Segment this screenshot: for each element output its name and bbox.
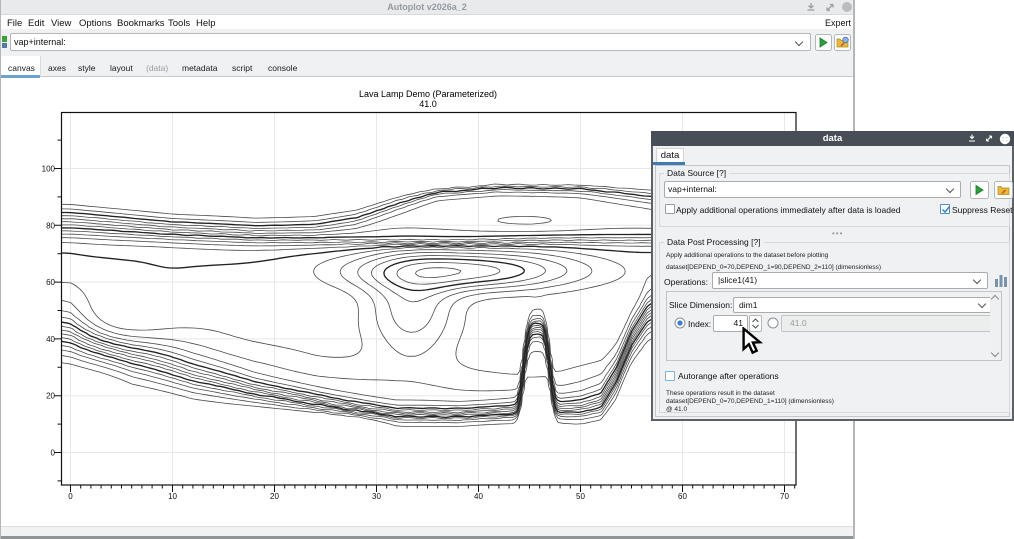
svg-text:30: 30 bbox=[372, 492, 381, 501]
svg-text:Lava Lamp Demo (Parameterized): Lava Lamp Demo (Parameterized) bbox=[359, 89, 497, 99]
svg-text:20: 20 bbox=[270, 492, 279, 501]
svg-text:100: 100 bbox=[42, 165, 56, 174]
svg-text:60: 60 bbox=[46, 278, 55, 287]
svg-text:41.0: 41.0 bbox=[419, 99, 437, 109]
svg-text:80: 80 bbox=[46, 221, 55, 230]
svg-text:10: 10 bbox=[168, 492, 177, 501]
svg-text:40: 40 bbox=[474, 492, 483, 501]
svg-text:0: 0 bbox=[68, 492, 73, 501]
svg-text:50: 50 bbox=[576, 492, 585, 501]
svg-text:60: 60 bbox=[678, 492, 687, 501]
svg-text:40: 40 bbox=[46, 335, 55, 344]
svg-text:0: 0 bbox=[51, 449, 56, 458]
svg-text:20: 20 bbox=[46, 392, 55, 401]
svg-text:70: 70 bbox=[780, 492, 789, 501]
